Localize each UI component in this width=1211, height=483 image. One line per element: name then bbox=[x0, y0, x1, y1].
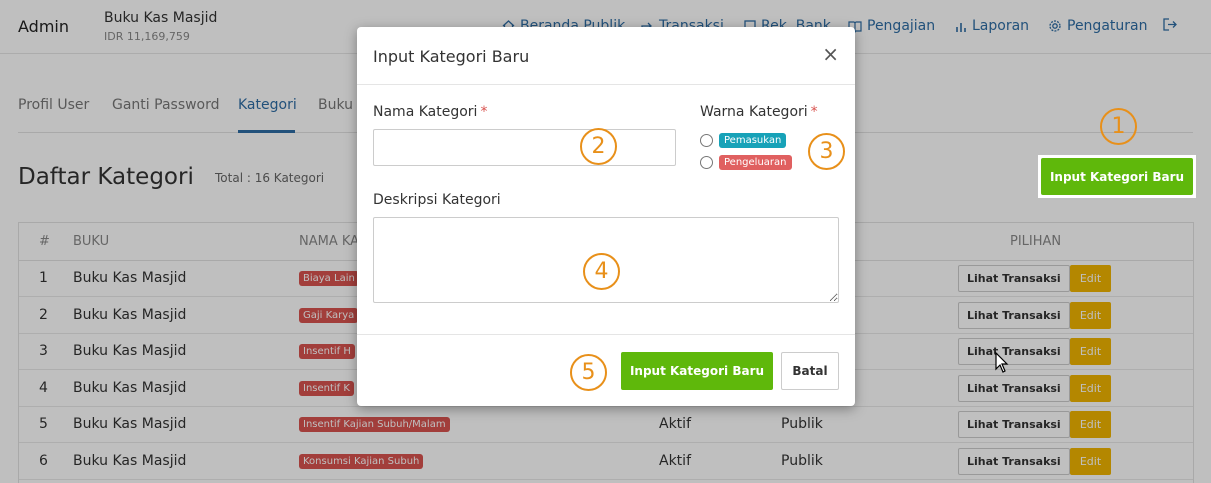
modal-title: Input Kategori Baru bbox=[373, 47, 530, 66]
required-mark: * bbox=[480, 104, 488, 120]
step-marker-3: 3 bbox=[808, 133, 845, 170]
nama-kategori-label: Nama Kategori * bbox=[373, 104, 487, 120]
nama-kategori-input[interactable] bbox=[373, 129, 676, 166]
input-kategori-modal: Input Kategori Baru × Nama Kategori * War… bbox=[357, 27, 855, 406]
warna-kategori-label: Warna Kategori * bbox=[700, 104, 818, 120]
required-mark: * bbox=[810, 104, 818, 120]
input-kategori-baru-button[interactable]: Input Kategori Baru bbox=[1038, 155, 1196, 198]
step-marker-4: 4 bbox=[583, 253, 620, 290]
step-marker-1: 1 bbox=[1100, 108, 1137, 145]
input-kategori-baru-label: Input Kategori Baru bbox=[1041, 158, 1193, 195]
radio-circle[interactable] bbox=[700, 156, 713, 169]
pemasukan-badge: Pemasukan bbox=[719, 133, 787, 148]
cancel-button[interactable]: Batal bbox=[781, 352, 839, 390]
modal-header: Input Kategori Baru × bbox=[357, 27, 855, 85]
nama-kategori-label-text: Nama Kategori bbox=[373, 104, 478, 120]
close-icon[interactable]: × bbox=[822, 44, 839, 64]
save-button[interactable]: Input Kategori Baru bbox=[621, 352, 773, 390]
warna-kategori-label-text: Warna Kategori bbox=[700, 104, 808, 120]
radio-pengeluaran[interactable]: Pengeluaran bbox=[700, 155, 792, 170]
step-marker-5: 5 bbox=[570, 354, 607, 391]
deskripsi-kategori-label: Deskripsi Kategori bbox=[373, 192, 501, 208]
step-marker-2: 2 bbox=[580, 128, 617, 165]
radio-pemasukan[interactable]: Pemasukan bbox=[700, 133, 787, 148]
pengeluaran-badge: Pengeluaran bbox=[719, 155, 792, 170]
radio-circle[interactable] bbox=[700, 134, 713, 147]
mouse-pointer-icon bbox=[995, 352, 1009, 373]
